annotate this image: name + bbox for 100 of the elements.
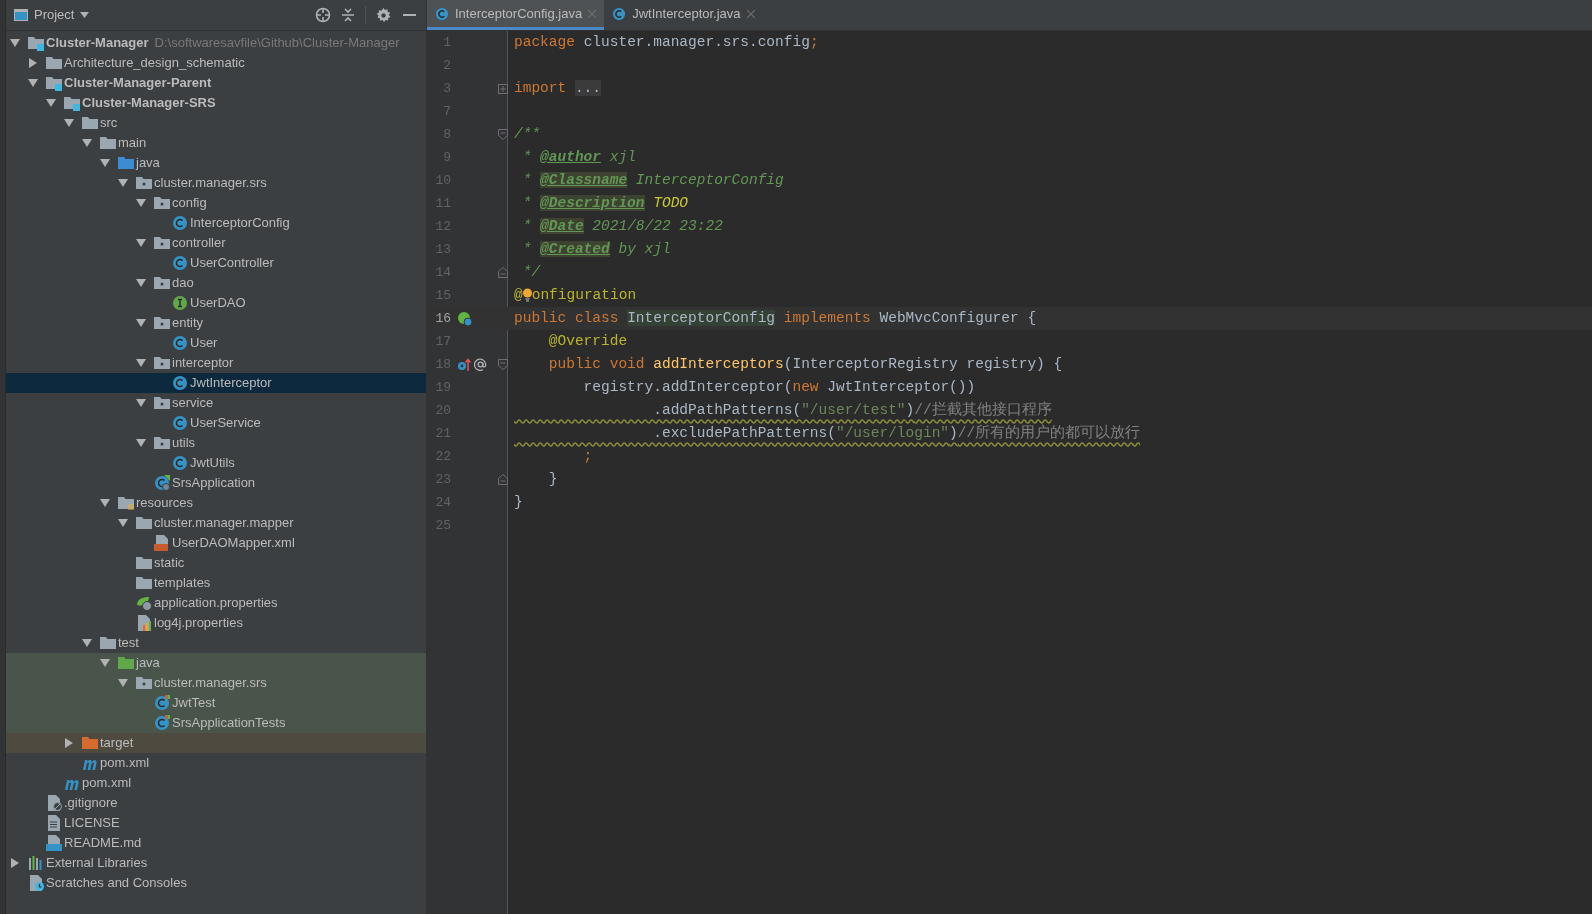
tree-item[interactable]: application.properties (154, 593, 278, 613)
expanded-toggle-icon[interactable] (64, 118, 74, 128)
package-folder-icon (154, 355, 170, 371)
tree-item[interactable]: src (100, 113, 118, 133)
override-gutter-icon[interactable] (457, 357, 471, 372)
lightbulb-icon[interactable] (522, 287, 532, 302)
expanded-toggle-icon[interactable] (136, 318, 146, 328)
fold-end-icon[interactable] (498, 474, 508, 485)
folder-icon (136, 575, 152, 591)
tree-item[interactable]: static (154, 553, 185, 573)
expanded-toggle-icon[interactable] (82, 138, 92, 148)
expanded-toggle-icon[interactable] (118, 178, 128, 188)
tree-item[interactable]: pom.xml (82, 773, 132, 793)
tree-item[interactable]: cluster.manager.srs (154, 173, 267, 193)
markdown-file-icon (46, 835, 62, 851)
excluded-row[interactable]: target (6, 733, 426, 753)
expanded-toggle-icon[interactable] (118, 678, 128, 688)
class-icon (172, 375, 188, 391)
folder-icon (82, 115, 98, 131)
tree-item[interactable]: UserDAOMapper.xml (172, 533, 295, 553)
test-sources-row[interactable]: java (6, 653, 426, 673)
tree-item[interactable]: README.md (64, 833, 142, 853)
collapsed-toggle-icon[interactable] (64, 738, 74, 748)
tree-item[interactable]: test (118, 633, 139, 653)
expanded-toggle-icon[interactable] (136, 398, 146, 408)
expanded-toggle-icon[interactable] (118, 518, 128, 528)
module-folder-icon (64, 95, 80, 111)
tree-item[interactable]: templates (154, 573, 211, 593)
dropdown-caret-icon[interactable] (80, 12, 90, 18)
tree-item[interactable]: target (100, 733, 134, 753)
fold-collapse-icon[interactable] (498, 129, 508, 140)
collapse-all-icon[interactable] (341, 7, 355, 23)
tree-item[interactable]: UserDAO (190, 293, 246, 313)
tree-item[interactable]: interceptor (172, 353, 234, 373)
expanded-toggle-icon[interactable] (136, 278, 146, 288)
expanded-toggle-icon[interactable] (100, 158, 110, 168)
fold-expand-icon[interactable] (498, 83, 508, 94)
tree-item[interactable]: InterceptorConfig (190, 213, 290, 233)
collapsed-toggle-icon[interactable] (28, 58, 38, 68)
expanded-toggle-icon[interactable] (82, 638, 92, 648)
editor-tab[interactable]: InterceptorConfig.java (427, 0, 605, 30)
tree-item[interactable]: User (190, 333, 218, 353)
expanded-toggle-icon[interactable] (10, 38, 20, 48)
expanded-toggle-icon[interactable] (136, 198, 146, 208)
tree-item[interactable]: resources (136, 493, 194, 513)
tree-item[interactable]: cluster.manager.mapper (154, 513, 294, 533)
tree-item[interactable]: LICENSE (64, 813, 120, 833)
tree-item[interactable]: java (136, 653, 160, 673)
tree-item[interactable]: Architecture_design_schematic (64, 53, 245, 73)
editor-tab[interactable]: JwtInterceptor.java (604, 0, 763, 30)
fold-collapse-icon[interactable] (498, 359, 508, 370)
tree-item[interactable]: External Libraries (46, 853, 148, 873)
tree-item[interactable]: controller (172, 233, 226, 253)
tree-item[interactable]: SrsApplication (172, 473, 256, 493)
tree-item[interactable]: Cluster-Manager-Parent (64, 73, 212, 93)
tree-item[interactable]: Cluster-Manager-SRS (82, 93, 216, 113)
expanded-toggle-icon[interactable] (28, 78, 38, 88)
tree-item[interactable]: entity (172, 313, 204, 333)
expanded-toggle-icon[interactable] (100, 498, 110, 508)
tree-item[interactable]: SrsApplicationTests (172, 713, 286, 733)
tree-item[interactable]: main (118, 133, 147, 153)
tree-item[interactable]: Cluster-Manager (46, 33, 149, 53)
tree-item[interactable]: Scratches and Consoles (46, 873, 187, 893)
expanded-toggle-icon[interactable] (136, 238, 146, 248)
expanded-toggle-icon[interactable] (136, 438, 146, 448)
settings-icon[interactable] (376, 7, 391, 23)
expanded-toggle-icon[interactable] (46, 98, 56, 108)
locate-icon[interactable] (315, 7, 331, 23)
bean-gutter-icon[interactable] (457, 310, 473, 327)
tree-item[interactable]: JwtUtils (190, 453, 235, 473)
ignore-file-icon (46, 795, 62, 811)
minimize-icon[interactable] (403, 13, 416, 17)
package-folder-icon (154, 275, 170, 291)
code-line: package cluster.manager.srs.config; (514, 32, 819, 52)
test-sources-row[interactable]: SrsApplicationTests (6, 713, 426, 733)
panel-title[interactable]: Project (34, 5, 75, 25)
tree-item[interactable]: .gitignore (64, 793, 118, 813)
tree-item[interactable]: utils (172, 433, 196, 453)
tree-item[interactable]: JwtInterceptor (190, 373, 272, 393)
test-sources-row[interactable]: cluster.manager.srs (6, 673, 426, 693)
tree-item[interactable]: log4j.properties (154, 613, 243, 633)
tree-item[interactable]: UserService (190, 413, 261, 433)
interface-icon (172, 295, 188, 311)
fold-end-icon[interactable] (498, 267, 508, 278)
code-line: * @Created by xjl (521, 239, 671, 259)
test-sources-row[interactable]: JwtTest (6, 693, 426, 713)
tree-item[interactable]: dao (172, 273, 194, 293)
tree-item[interactable]: pom.xml (100, 753, 150, 773)
tree-item[interactable]: service (172, 393, 214, 413)
at-sign-icon[interactable] (474, 358, 487, 371)
tree-item[interactable]: JwtTest (172, 693, 216, 713)
expanded-toggle-icon[interactable] (100, 658, 110, 668)
tree-item[interactable]: config (172, 193, 207, 213)
collapsed-toggle-icon[interactable] (10, 858, 20, 868)
folder-icon (118, 655, 134, 671)
expanded-toggle-icon[interactable] (136, 358, 146, 368)
tree-item[interactable]: java (136, 153, 160, 173)
tree-item[interactable]: UserController (190, 253, 274, 273)
tree-item[interactable]: cluster.manager.srs (154, 673, 267, 693)
line-number: 16 (434, 309, 451, 328)
